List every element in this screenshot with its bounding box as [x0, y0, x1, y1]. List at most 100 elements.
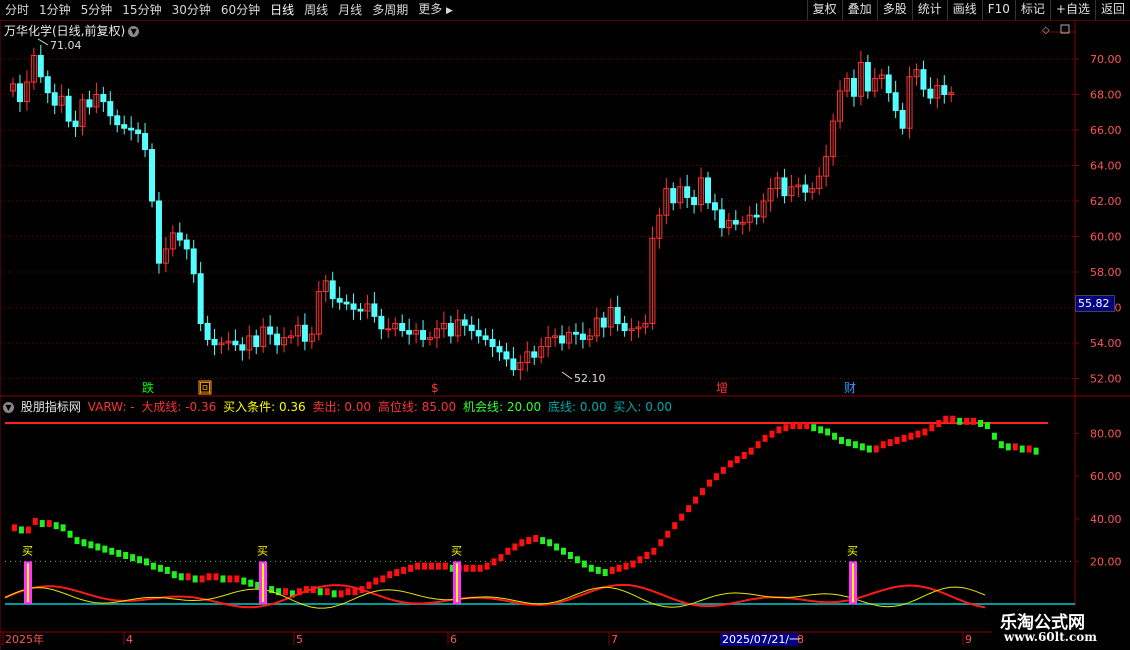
price-tick-label: 58.00 — [1090, 266, 1122, 279]
candle-body — [489, 338, 496, 348]
candle — [190, 239, 197, 283]
candle — [44, 70, 51, 104]
candle — [197, 261, 204, 332]
varw-bar — [818, 426, 824, 434]
varw-bar — [804, 422, 810, 430]
varw-bar — [144, 558, 149, 566]
varw-bar — [790, 422, 796, 430]
candle — [732, 210, 739, 231]
varw-bar — [588, 564, 594, 572]
candle — [753, 203, 760, 225]
varw-bar — [894, 436, 900, 444]
varw-bar — [734, 456, 740, 464]
event-marker: 回 — [199, 381, 211, 395]
candle — [392, 317, 399, 337]
candle-body — [885, 74, 892, 94]
candle-body — [711, 202, 718, 211]
price-tick-label: 60.00 — [1090, 231, 1122, 244]
candle — [169, 225, 176, 257]
candle-body — [802, 184, 809, 193]
candle — [86, 90, 93, 115]
time-tick-label: 7 — [611, 633, 618, 646]
varw-bar — [1005, 443, 1011, 451]
varw-bar — [825, 428, 831, 436]
varw-bar — [574, 556, 580, 564]
varw-bar — [755, 441, 761, 449]
time-tick-label: 9 — [965, 633, 972, 646]
candle-body — [892, 92, 899, 111]
varw-bar — [137, 556, 143, 564]
candle — [572, 323, 579, 345]
varw-bar — [102, 545, 108, 553]
varw-bar — [581, 560, 587, 568]
candle-body — [461, 319, 468, 326]
candle-body — [864, 62, 871, 92]
candle — [267, 315, 274, 345]
kline-chart[interactable]: 70.0068.0066.0064.0062.0060.0058.0056.00… — [0, 0, 1130, 650]
varw-bar — [915, 430, 921, 438]
time-tick-label: 2025年 — [5, 632, 44, 646]
buy-signal-core — [27, 563, 29, 602]
candle — [531, 345, 538, 365]
candle — [802, 174, 809, 202]
varw-bar — [345, 588, 351, 596]
varw-bar — [88, 541, 94, 549]
candle — [350, 293, 357, 320]
candle — [413, 322, 420, 344]
varw-bar — [171, 571, 177, 579]
candle — [149, 143, 155, 208]
varw-bar — [185, 573, 191, 581]
candle — [934, 77, 941, 109]
varw-bar — [922, 428, 928, 436]
candle — [600, 311, 607, 338]
varw-bar — [164, 566, 170, 574]
time-tick-label: 4 — [126, 633, 133, 646]
candle — [830, 113, 837, 166]
candle-body — [329, 280, 336, 300]
candle — [79, 93, 86, 136]
candle — [857, 50, 864, 106]
candle-body — [155, 200, 162, 264]
varw-bar — [811, 424, 817, 432]
low-price-label: 52.10 — [574, 372, 606, 385]
varw-bar — [192, 575, 198, 583]
varw-bar — [832, 432, 838, 440]
varw-bar — [845, 439, 851, 447]
candle — [58, 84, 65, 113]
candle-body — [503, 351, 510, 360]
candle — [677, 177, 684, 209]
varw-bar — [665, 530, 671, 538]
candle-body — [684, 186, 691, 198]
varw-bar — [484, 562, 490, 570]
candle-body — [899, 109, 906, 129]
varw-bar — [866, 445, 872, 453]
varw-bar — [1033, 447, 1039, 455]
candle — [315, 281, 322, 341]
varw-bar — [943, 415, 949, 423]
buy-signal-core — [852, 563, 854, 602]
candle — [642, 314, 649, 335]
varw-bar — [116, 549, 122, 557]
varw-bar — [950, 415, 956, 423]
varw-bar — [776, 426, 782, 434]
candle — [503, 342, 510, 367]
candle-body — [705, 177, 711, 204]
varw-bar — [957, 417, 963, 425]
varw-bar — [839, 436, 844, 444]
varw-bar — [616, 564, 622, 572]
candle — [927, 77, 934, 105]
varw-bar — [887, 439, 893, 447]
varw-bar — [1012, 443, 1018, 451]
candle-body — [232, 340, 239, 346]
varw-bar — [199, 575, 205, 583]
candle — [885, 65, 892, 102]
varw-bar — [651, 547, 657, 555]
price-tick-label: 70.00 — [1090, 53, 1122, 66]
candle — [705, 171, 711, 209]
varw-bar — [783, 424, 789, 432]
candle — [579, 322, 586, 349]
candle — [746, 206, 753, 232]
candle — [322, 274, 329, 302]
indicator-tick-label: 60.00 — [1090, 470, 1122, 483]
varw-bar — [46, 520, 52, 528]
